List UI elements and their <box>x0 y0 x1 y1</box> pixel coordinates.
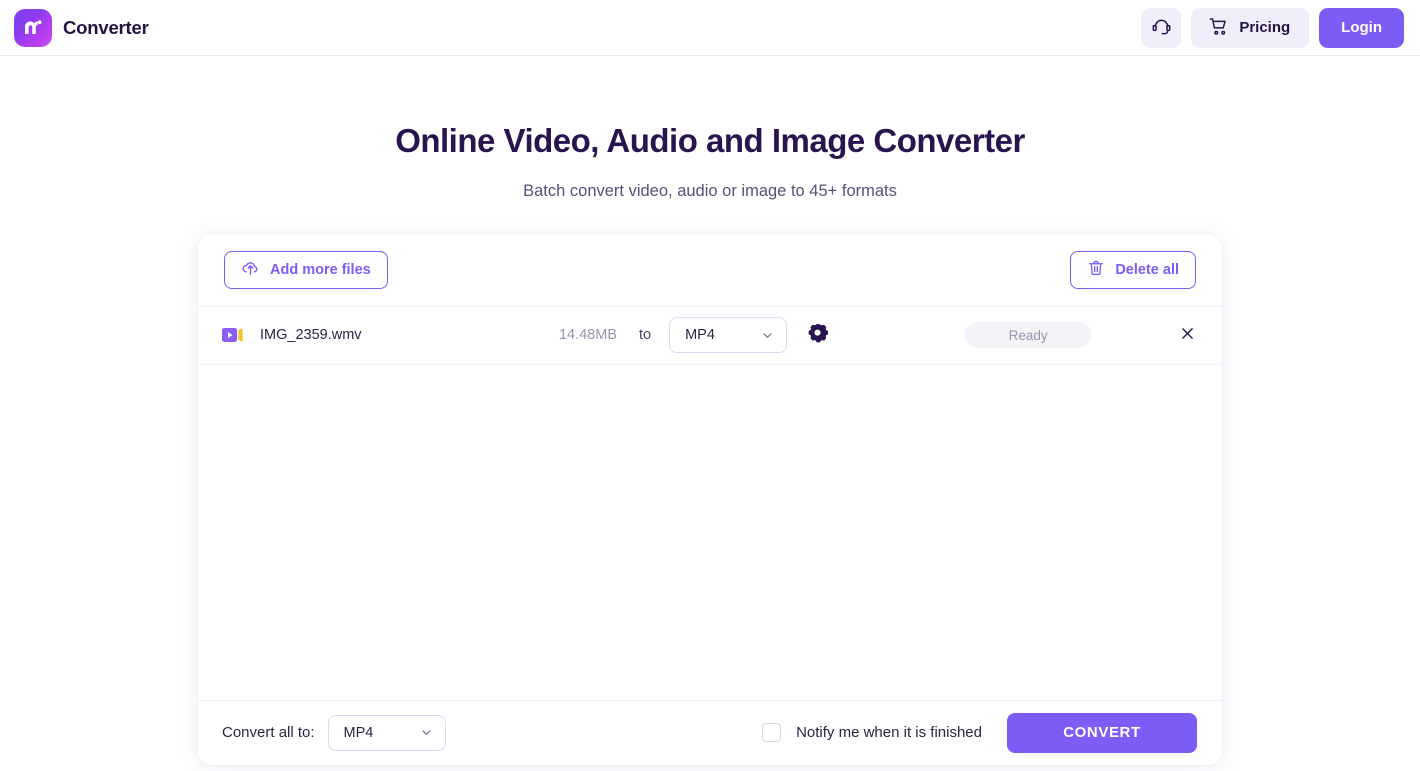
headset-icon <box>1151 16 1172 40</box>
close-icon <box>1179 325 1196 345</box>
support-button[interactable] <box>1141 7 1182 48</box>
status-badge: Ready <box>964 322 1093 349</box>
chevron-down-icon <box>747 329 774 342</box>
add-more-files-button[interactable]: Add more files <box>224 250 388 289</box>
to-label: to <box>639 327 652 344</box>
brand-name: Converter <box>63 16 149 38</box>
file-format-value: MP4 <box>685 327 715 344</box>
header-actions: Pricing Login <box>1141 7 1404 48</box>
notify-checkbox[interactable] <box>762 723 782 743</box>
page-subtitle: Batch convert video, audio or image to 4… <box>523 181 897 200</box>
file-format-select[interactable]: MP4 <box>669 317 788 354</box>
convert-button[interactable]: CONVERT <box>1007 712 1197 753</box>
convert-all-select[interactable]: MP4 <box>327 714 446 751</box>
panel-footer: Convert all to: MP4 Notify me when it is… <box>198 699 1222 765</box>
gear-icon <box>807 323 829 347</box>
brand[interactable]: Converter <box>14 8 149 47</box>
cloud-upload-icon <box>241 258 260 281</box>
video-file-icon <box>222 327 244 343</box>
trash-icon <box>1087 259 1105 281</box>
convert-all-label: Convert all to: <box>222 724 315 742</box>
remove-file-button[interactable] <box>1175 321 1200 349</box>
notify-label[interactable]: Notify me when it is finished <box>796 724 982 741</box>
panel-toolbar: Add more files Delete all <box>198 234 1222 307</box>
login-button[interactable]: Login <box>1319 7 1404 48</box>
footer-actions: Notify me when it is finished CONVERT <box>762 712 1197 753</box>
hero-section: Online Video, Audio and Image Converter … <box>0 56 1420 201</box>
file-list: IMG_2359.wmv 14.48MB to MP4 Ready <box>198 307 1222 700</box>
m-logo-icon <box>14 8 52 47</box>
converter-panel: Add more files Delete all IMG_2359.wmv 1… <box>198 233 1222 765</box>
shopping-cart-icon <box>1208 16 1229 40</box>
delete-all-button[interactable]: Delete all <box>1070 250 1196 289</box>
add-more-files-label: Add more files <box>270 261 371 278</box>
convert-all-value: MP4 <box>343 724 374 741</box>
file-size: 14.48MB <box>558 327 617 344</box>
table-row: IMG_2359.wmv 14.48MB to MP4 Ready <box>198 307 1222 365</box>
panel-wrapper: Add more files Delete all IMG_2359.wmv 1… <box>0 233 1420 765</box>
pricing-label: Pricing <box>1239 19 1291 36</box>
file-name: IMG_2359.wmv <box>260 327 362 344</box>
chevron-down-icon <box>406 726 433 739</box>
page-title: Online Video, Audio and Image Converter <box>395 122 1025 159</box>
pricing-button[interactable]: Pricing <box>1191 7 1310 48</box>
delete-all-label: Delete all <box>1115 261 1179 278</box>
app-header: Converter Pricing Login <box>0 0 1420 56</box>
file-settings-button[interactable] <box>807 323 829 347</box>
